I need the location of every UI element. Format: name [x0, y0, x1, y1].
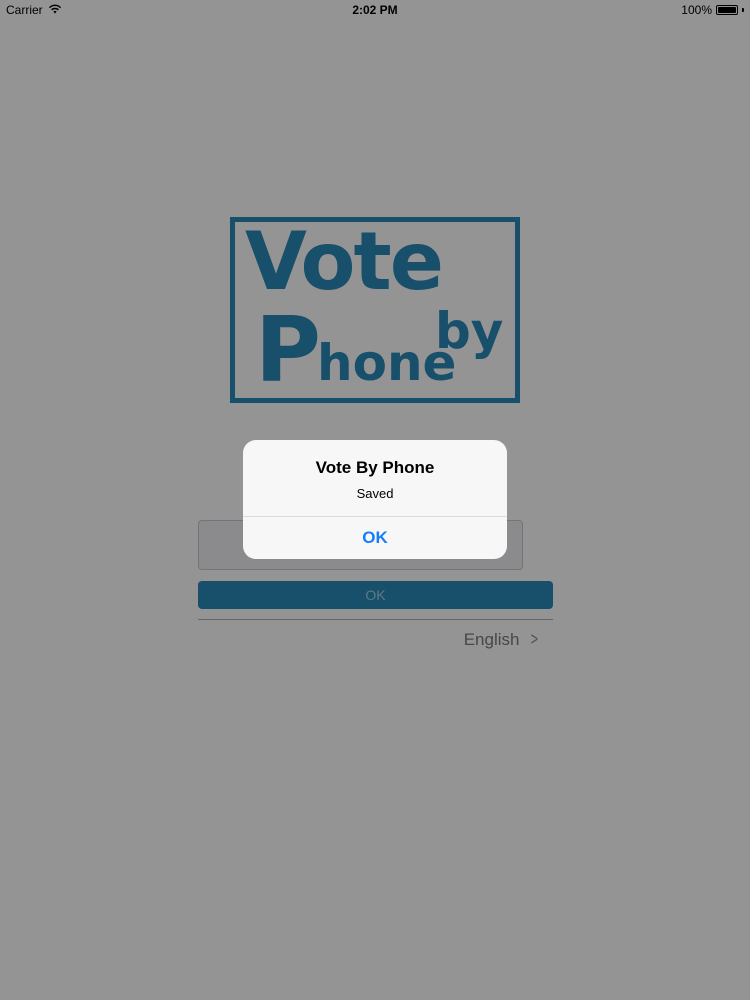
alert-title: Vote By Phone — [315, 458, 435, 477]
app-screen: Carrier 2:02 PM 100% Vote by P hone OK E… — [0, 0, 750, 1000]
alert-ok-button[interactable]: OK — [243, 517, 507, 559]
alert-dialog: Vote By Phone Saved OK — [243, 440, 507, 559]
alert-message: Saved — [356, 486, 394, 501]
